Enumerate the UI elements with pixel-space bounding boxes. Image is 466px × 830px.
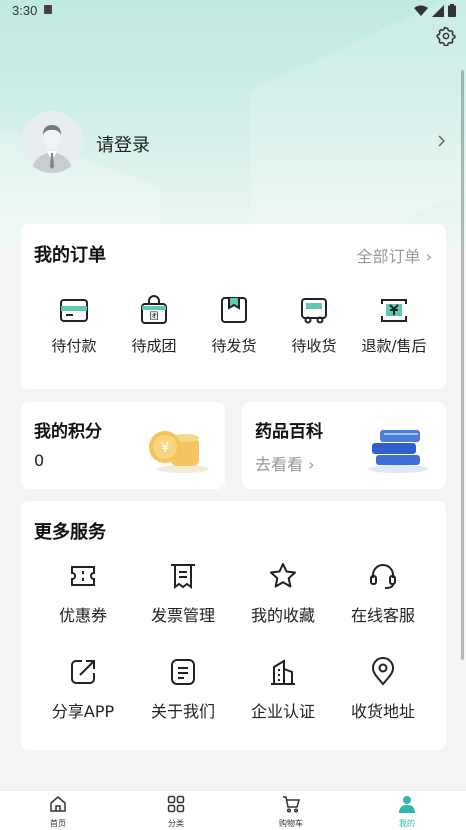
order-refund-aftersale[interactable]: 退款/售后 (354, 294, 434, 356)
battery-icon (448, 4, 456, 17)
orders-title: 我的订单 (34, 245, 106, 266)
points-value: 0 (34, 451, 45, 470)
chevron-right-icon[interactable] (436, 135, 446, 147)
settings-gear-icon[interactable] (436, 26, 456, 46)
scrollbar[interactable] (461, 70, 464, 660)
invoice-icon (171, 564, 195, 589)
user-icon (399, 796, 415, 813)
order-pending-group[interactable]: 团 待成团 (114, 294, 194, 356)
status-bar: 3:30 (0, 0, 466, 22)
tab-mine[interactable]: 我的 (377, 795, 437, 829)
default-avatar-icon (21, 111, 83, 173)
svg-text:¥: ¥ (161, 441, 169, 456)
wiki-title: 药品百科 (255, 422, 323, 442)
coins-icon: ¥ (149, 431, 209, 473)
service-favorites[interactable]: 我的收藏 (233, 561, 333, 626)
share-icon (71, 660, 95, 684)
more-services-card: 更多服务 优惠券 发票管理 我的收藏 在线客服 分享APP 关于我们 企业认证 … (21, 501, 446, 750)
signal-icon (432, 4, 444, 17)
coupon-icon (71, 566, 95, 586)
tab-cart[interactable]: 购物车 (261, 795, 321, 829)
profile-section[interactable]: 请登录 (21, 111, 446, 175)
order-pending-payment[interactable]: 待付款 (34, 294, 114, 356)
services-title: 更多服务 (34, 522, 106, 543)
category-icon (167, 795, 185, 813)
headset-icon (370, 564, 396, 589)
service-share-app[interactable]: 分享APP (33, 657, 133, 722)
service-enterprise-cert[interactable]: 企业认证 (233, 657, 333, 722)
group-bag-icon: 团 (141, 295, 167, 324)
service-customer-support[interactable]: 在线客服 (333, 561, 433, 626)
home-icon (50, 796, 66, 812)
bottom-tab-bar: 首页 分类 购物车 我的 (0, 790, 466, 830)
svg-text:团: 团 (149, 311, 158, 322)
my-orders-card: 我的订单 全部订单 › 待付款 团 待成团 待发货 待收货 退款/售后 (21, 224, 446, 389)
all-orders-link[interactable]: 全部订单 › (357, 243, 433, 267)
order-pending-receipt[interactable]: 待收货 (274, 294, 354, 356)
drug-wiki-card[interactable]: 药品百科 去看看 › (242, 402, 446, 489)
building-icon (271, 659, 295, 685)
about-icon (171, 659, 195, 685)
truck-icon (301, 298, 327, 324)
my-points-card[interactable]: 我的积分 0 ¥ (21, 402, 225, 489)
status-time: 3:30 (12, 3, 38, 18)
login-prompt[interactable]: 请登录 (96, 131, 150, 157)
service-shipping-address[interactable]: 收货地址 (333, 657, 433, 722)
avatar[interactable] (21, 111, 83, 173)
service-about-us[interactable]: 关于我们 (133, 657, 233, 722)
service-invoice[interactable]: 发票管理 (133, 561, 233, 626)
notification-icon (44, 5, 52, 14)
books-icon (368, 430, 428, 473)
package-icon (221, 297, 247, 323)
wiki-go-link[interactable]: 去看看 › (255, 451, 315, 475)
wallet-icon (60, 299, 88, 322)
wifi-icon (414, 5, 428, 16)
location-icon (371, 657, 395, 686)
points-title: 我的积分 (34, 422, 102, 442)
cart-icon (283, 796, 300, 813)
tab-home[interactable]: 首页 (28, 795, 88, 829)
star-icon (270, 563, 296, 588)
order-pending-shipment[interactable]: 待发货 (194, 294, 274, 356)
refund-icon (381, 299, 407, 322)
tab-category[interactable]: 分类 (146, 795, 206, 829)
service-coupon[interactable]: 优惠券 (33, 561, 133, 626)
